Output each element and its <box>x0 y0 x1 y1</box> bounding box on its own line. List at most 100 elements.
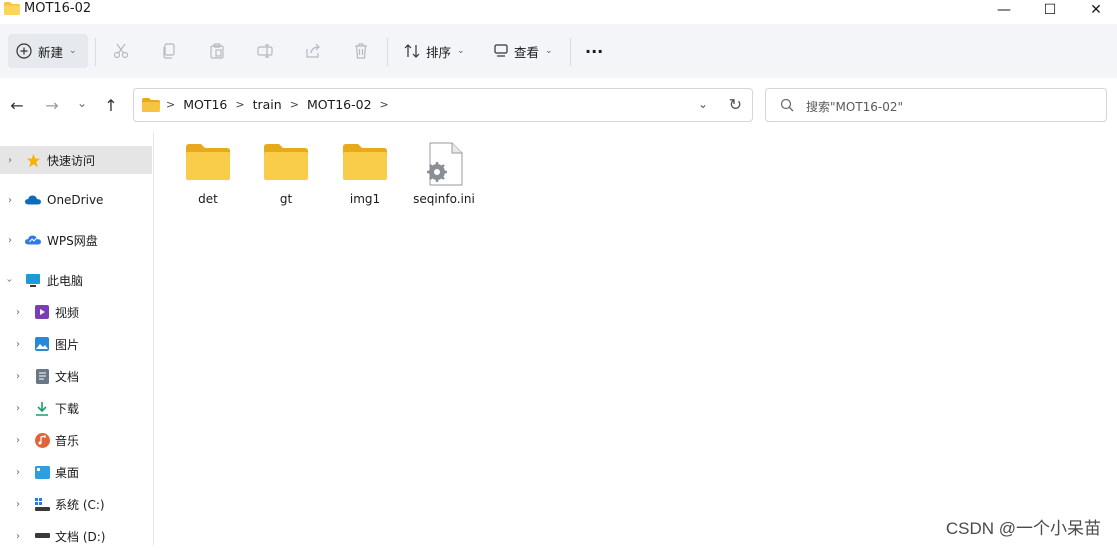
navigation-pane: › 快速访问 › OneDrive › WPS网盘 › 此电脑 › 视频 › 图… <box>0 132 154 545</box>
sidebar-item-quick-access[interactable]: › 快速访问 <box>0 146 152 174</box>
chevron-down-icon: ⌄ <box>697 97 708 111</box>
more-icon: ··· <box>585 41 604 61</box>
chevron-right-icon[interactable]: › <box>16 435 20 446</box>
close-button[interactable]: ✕ <box>1073 0 1117 20</box>
chevron-right-icon[interactable]: › <box>16 403 20 414</box>
cloud-icon <box>25 192 41 208</box>
sidebar-item-label: OneDrive <box>47 193 104 207</box>
chevron-right-icon[interactable]: › <box>16 499 20 510</box>
share-icon[interactable] <box>302 40 324 62</box>
folder-icon <box>264 144 308 180</box>
chevron-right-icon[interactable]: › <box>16 531 20 542</box>
toolbar-divider <box>570 38 571 66</box>
settings-file-icon <box>427 142 463 186</box>
folder-icon <box>142 98 160 112</box>
chevron-right-icon[interactable]: › <box>16 307 20 318</box>
breadcrumb-separator: > <box>379 98 389 111</box>
more-options-button[interactable]: ··· <box>585 40 603 62</box>
sidebar-item-label: 下载 <box>55 401 80 416</box>
maximize-icon: ☐ <box>1043 2 1057 18</box>
video-icon <box>34 304 50 320</box>
breadcrumb-separator: > <box>166 98 176 111</box>
drive-c-icon <box>34 496 50 512</box>
delete-icon[interactable] <box>350 40 372 62</box>
sidebar-item-drive-c[interactable]: › 系统 (C:) <box>0 490 152 518</box>
title-bar: MOT16-02 — ☐ ✕ <box>0 0 1117 20</box>
file-list: det gt img1 seqinfo.ini <box>155 132 1117 545</box>
breadcrumb-item[interactable]: MOT16-02 <box>307 97 372 112</box>
chevron-down-icon: ⌄ <box>545 46 553 56</box>
sidebar-item-videos[interactable]: › 视频 <box>0 298 152 326</box>
file-item[interactable]: seqinfo.ini <box>405 142 483 214</box>
toolbar-divider <box>95 38 96 66</box>
rename-icon[interactable] <box>254 40 276 62</box>
search-box[interactable]: 搜索"MOT16-02" <box>765 88 1107 122</box>
documents-icon <box>34 368 50 384</box>
back-button[interactable]: ← <box>8 95 26 115</box>
up-button[interactable]: ↑ <box>102 95 120 115</box>
folder-item[interactable]: img1 <box>326 144 404 214</box>
chevron-right-icon[interactable]: › <box>16 467 20 478</box>
folder-icon <box>4 2 20 15</box>
maximize-button[interactable]: ☐ <box>1027 0 1073 20</box>
sidebar-item-this-pc[interactable]: › 此电脑 <box>0 266 152 294</box>
breadcrumb-item[interactable]: MOT16 <box>183 97 227 112</box>
sidebar-item-downloads[interactable]: › 下载 <box>0 394 152 422</box>
sort-button[interactable]: 排序 ⌄ <box>404 40 465 62</box>
wps-cloud-icon <box>25 232 41 248</box>
chevron-right-icon[interactable]: › <box>16 371 20 382</box>
search-input[interactable]: 搜索"MOT16-02" <box>806 98 903 115</box>
forward-button[interactable]: → <box>43 96 61 115</box>
sidebar-item-onedrive[interactable]: › OneDrive <box>0 186 152 214</box>
sidebar-item-wps-cloud[interactable]: › WPS网盘 <box>0 226 152 254</box>
recent-locations-button[interactable]: ⌄ <box>73 94 91 112</box>
paste-icon[interactable] <box>206 40 228 62</box>
sidebar-item-desktop[interactable]: › 桌面 <box>0 458 152 486</box>
close-icon: ✕ <box>1090 2 1102 18</box>
sidebar-item-music[interactable]: › 音乐 <box>0 426 152 454</box>
drive-d-icon <box>34 528 50 544</box>
sidebar-item-label: 文档 (D:) <box>55 529 106 544</box>
chevron-down-icon[interactable]: › <box>4 278 15 282</box>
sidebar-item-label: 视频 <box>55 305 80 320</box>
file-name: det <box>198 192 218 206</box>
view-button[interactable]: 查看 ⌄ <box>494 40 553 62</box>
folder-icon <box>186 144 230 180</box>
sidebar-item-pictures[interactable]: › 图片 <box>0 330 152 358</box>
chevron-down-icon: ⌄ <box>76 96 88 110</box>
folder-item[interactable]: gt <box>247 144 325 214</box>
sidebar-item-documents[interactable]: › 文档 <box>0 362 152 390</box>
copy-icon[interactable] <box>158 40 180 62</box>
window-title: MOT16-02 <box>24 1 92 16</box>
sort-label: 排序 <box>426 44 452 60</box>
address-bar[interactable]: > MOT16 > train > MOT16-02 > ⌄ ↻ <box>133 88 753 122</box>
chevron-right-icon[interactable]: › <box>8 155 12 166</box>
star-icon <box>25 152 41 168</box>
breadcrumb: > MOT16 > train > MOT16-02 > <box>166 97 389 112</box>
sidebar-item-label: 此电脑 <box>47 273 84 288</box>
new-label: 新建 <box>38 44 64 60</box>
back-arrow-icon: ← <box>10 95 24 115</box>
refresh-button[interactable]: ↻ <box>729 95 742 114</box>
address-dropdown-button[interactable]: ⌄ <box>698 97 708 111</box>
minimize-button[interactable]: — <box>981 0 1027 20</box>
new-button[interactable]: 新建 ⌄ <box>8 34 88 68</box>
chevron-down-icon: ⌄ <box>457 46 465 56</box>
chevron-right-icon[interactable]: › <box>16 339 20 350</box>
computer-icon <box>25 272 41 288</box>
breadcrumb-item[interactable]: train <box>253 97 282 112</box>
sidebar-item-drive-d[interactable]: › 文档 (D:) <box>0 522 152 550</box>
sort-icon <box>404 44 420 58</box>
music-icon <box>34 432 50 448</box>
up-arrow-icon: ↑ <box>104 95 118 115</box>
cut-icon[interactable] <box>110 40 132 62</box>
sidebar-item-label: WPS网盘 <box>47 233 98 248</box>
chevron-right-icon[interactable]: › <box>8 195 12 206</box>
watermark: CSDN @一个小呆苗 <box>945 519 1101 538</box>
sidebar-item-label: 文档 <box>55 369 80 384</box>
chevron-right-icon[interactable]: › <box>8 235 12 246</box>
file-name: img1 <box>349 192 381 206</box>
folder-icon <box>343 144 387 180</box>
view-icon <box>494 44 508 57</box>
folder-item[interactable]: det <box>169 144 247 214</box>
